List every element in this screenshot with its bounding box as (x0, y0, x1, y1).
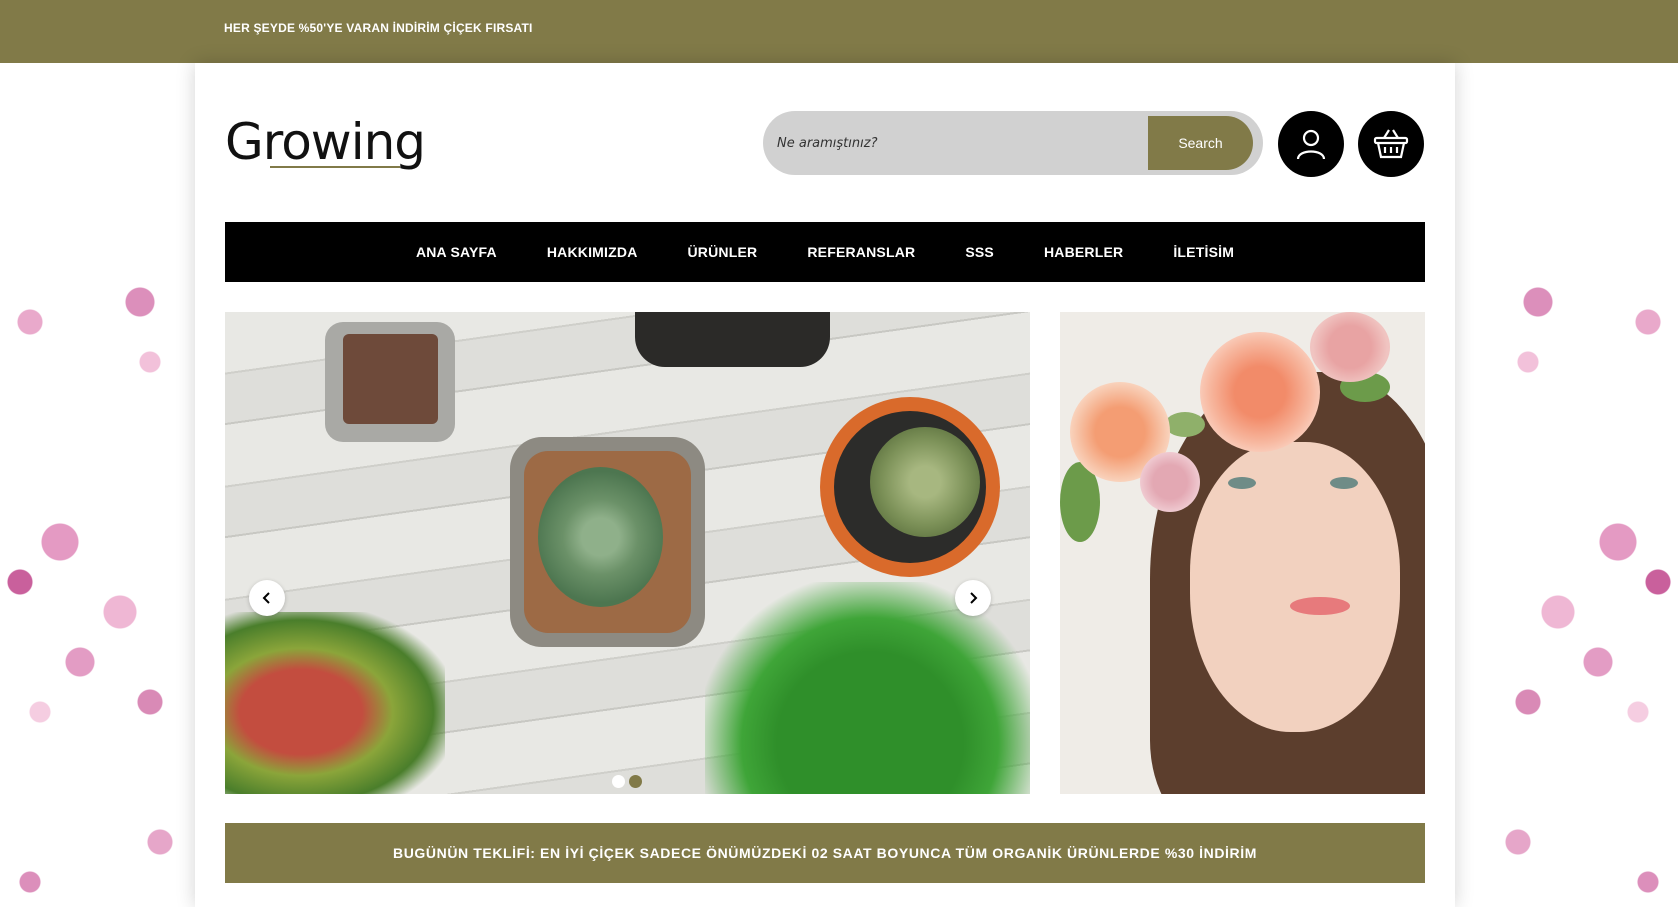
nav-item-news[interactable]: HABERLER (1044, 244, 1123, 260)
user-icon (1296, 129, 1326, 160)
search-input[interactable] (777, 125, 1137, 161)
cart-button[interactable] (1358, 111, 1424, 177)
main-nav: ANA SAYFA HAKKIMIZDA ÜRÜNLER REFERANSLAR… (225, 222, 1425, 282)
floral-background-left (0, 282, 195, 907)
basket-icon (1373, 129, 1409, 159)
nav-item-references[interactable]: REFERANSLAR (807, 244, 915, 260)
hero-slider (225, 312, 1030, 794)
slider-next-button[interactable] (955, 580, 991, 616)
account-button[interactable] (1278, 111, 1344, 177)
slider-dot-1[interactable] (612, 775, 625, 788)
chevron-left-icon (262, 592, 270, 604)
promo-topbar: HER ŞEYDE %50'YE VARAN İNDİRİM ÇİÇEK FIR… (0, 0, 1678, 63)
nav-item-faq[interactable]: SSS (965, 244, 994, 260)
nav-item-products[interactable]: ÜRÜNLER (688, 244, 758, 260)
main-container: Growing Search ANA SAYFA HAKKIMIZDA ÜRÜN… (195, 63, 1455, 907)
slider-dots (612, 775, 642, 788)
search-bar: Search (763, 111, 1263, 175)
offer-banner: BUGÜNÜN TEKLİFİ: EN İYİ ÇİÇEK SADECE ÖNÜ… (225, 823, 1425, 883)
nav-item-home[interactable]: ANA SAYFA (416, 244, 497, 260)
logo-underline (270, 166, 400, 168)
nav-item-contact[interactable]: İLETİSİM (1173, 244, 1234, 260)
chevron-right-icon (970, 592, 978, 604)
nav-item-about[interactable]: HAKKIMIZDA (547, 244, 638, 260)
site-logo[interactable]: Growing (225, 108, 440, 178)
side-banner-image[interactable] (1060, 312, 1425, 794)
logo-text: Growing (225, 113, 426, 171)
slider-prev-button[interactable] (249, 580, 285, 616)
offer-text: BUGÜNÜN TEKLİFİ: EN İYİ ÇİÇEK SADECE ÖNÜ… (392, 845, 1257, 861)
promo-text: HER ŞEYDE %50'YE VARAN İNDİRİM ÇİÇEK FIR… (224, 21, 533, 35)
floral-background-right (1483, 282, 1678, 907)
search-button[interactable]: Search (1148, 116, 1253, 170)
slider-dot-2[interactable] (629, 775, 642, 788)
